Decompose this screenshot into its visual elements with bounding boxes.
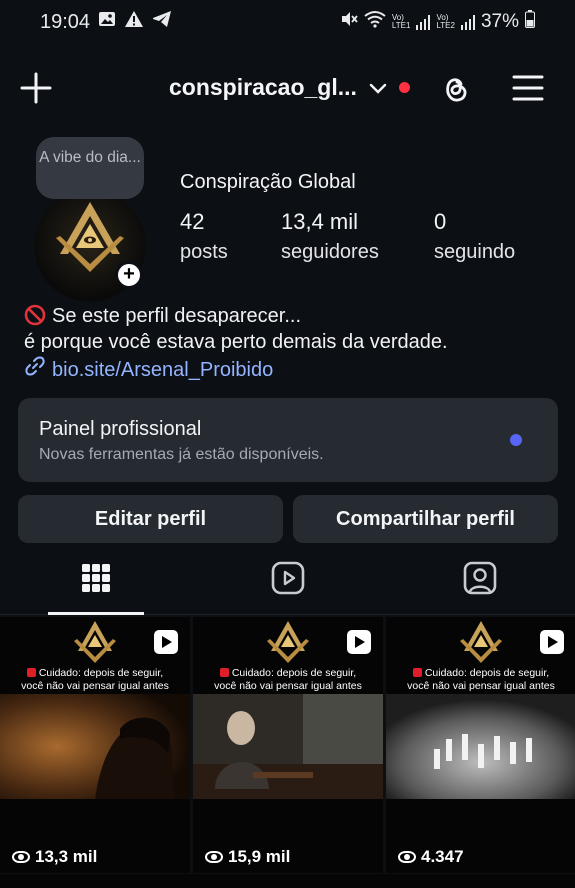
next-row-peek [0, 874, 575, 888]
note-bubble[interactable]: A vibe do dia... [36, 137, 144, 199]
content-tabs [0, 555, 575, 615]
new-dot [510, 434, 522, 446]
signal-icon [416, 14, 431, 30]
post-thumbnail [0, 694, 190, 799]
share-profile-button[interactable]: Compartilhar perfil [293, 495, 558, 543]
grid-icon [82, 564, 110, 592]
account-switcher[interactable]: conspiracao_gl... [169, 74, 410, 101]
post-caption: Cuidado: depois de seguir, você não vai p… [193, 667, 383, 693]
eye-icon [398, 851, 416, 863]
stat-label: seguindo [434, 241, 516, 263]
view-count: 13,3 mil [12, 847, 97, 867]
plus-icon [20, 72, 52, 104]
professional-dashboard[interactable]: Painel profissional Novas ferramentas já… [18, 398, 558, 482]
stat-posts[interactable]: 42 posts [180, 209, 228, 264]
link-icon [24, 355, 46, 384]
masonic-emblem-icon [267, 621, 309, 663]
reels-icon [271, 561, 305, 595]
menu-button[interactable] [511, 72, 545, 104]
wifi-icon [364, 10, 386, 34]
post-thumbnail [386, 694, 575, 799]
edit-profile-button[interactable]: Editar perfil [18, 495, 283, 543]
battery-icon [525, 10, 535, 34]
stat-value: 13,4 mil [281, 209, 359, 234]
eye-icon [205, 851, 223, 863]
bio-link[interactable]: bio.site/Arsenal_Proibido [24, 355, 448, 384]
add-story-button[interactable]: + [115, 261, 143, 289]
telegram-icon [152, 10, 172, 34]
username: conspiracao_gl... [169, 74, 357, 100]
tab-tagged[interactable] [462, 560, 498, 596]
eye-icon [12, 851, 30, 863]
reel-badge-icon [154, 630, 178, 654]
threads-button[interactable] [437, 70, 473, 106]
reel-badge-icon [347, 630, 371, 654]
post-tile[interactable]: Cuidado: depois de seguir, você não vai p… [386, 617, 575, 873]
signal-icon [460, 14, 475, 30]
battery-percent: 37% [480, 11, 519, 32]
hamburger-menu-icon [512, 75, 544, 101]
post-thumbnail [193, 694, 383, 799]
view-count: 4.347 [398, 847, 464, 867]
post-tile[interactable]: Cuidado: depois de seguir, você não vai p… [0, 617, 190, 873]
view-count: 15,9 mil [205, 847, 290, 867]
threads-icon [446, 78, 467, 102]
reel-badge-icon [540, 630, 564, 654]
active-tab-indicator [48, 612, 144, 615]
bio-line: Se este perfil desaparecer... [52, 305, 302, 327]
bio-link-text: bio.site/Arsenal_Proibido [52, 358, 274, 381]
stat-following[interactable]: 0 seguindo [434, 209, 515, 264]
status-bar: 19:04 Vo) LTE1 Vo) LTE2 37% [0, 0, 575, 44]
posts-grid: Cuidado: depois de seguir, você não vai p… [0, 617, 575, 888]
clock: 19:04 [40, 10, 91, 33]
stat-value: 42 [180, 209, 205, 234]
display-name: Conspiração Global [180, 171, 356, 193]
profile-header: conspiracao_gl... [0, 66, 575, 112]
stat-followers[interactable]: 13,4 mil seguidores [281, 209, 379, 264]
chevron-down-icon [369, 74, 387, 101]
panel-title: Painel profissional [39, 418, 202, 440]
tab-reels[interactable] [270, 560, 306, 596]
sim1-label: Vo) LTE1 [391, 13, 411, 30]
post-tile[interactable]: Cuidado: depois de seguir, você não vai p… [193, 617, 383, 873]
post-caption: Cuidado: depois de seguir, você não vai p… [386, 667, 575, 693]
masonic-emblem-icon [460, 621, 502, 663]
tab-posts[interactable] [78, 560, 114, 596]
stat-label: posts [180, 241, 228, 263]
sim2-label: Vo) LTE2 [436, 13, 455, 30]
mute-icon [340, 10, 358, 34]
notification-dot [398, 82, 410, 93]
panel-subtitle: Novas ferramentas já estão disponíveis. [39, 446, 324, 463]
masonic-emblem-icon [74, 621, 116, 663]
warning-icon [124, 10, 144, 34]
post-caption: Cuidado: depois de seguir, você não vai p… [0, 667, 190, 693]
prohibited-icon [24, 304, 46, 326]
bio: Se este perfil desaparecer... é porque v… [24, 303, 448, 384]
stat-label: seguidores [281, 241, 379, 263]
image-icon [98, 10, 116, 34]
bio-line: é porque você estava perto demais da ver… [24, 331, 448, 353]
create-button[interactable] [18, 70, 54, 106]
stat-value: 0 [434, 209, 447, 234]
tagged-icon [463, 561, 497, 595]
